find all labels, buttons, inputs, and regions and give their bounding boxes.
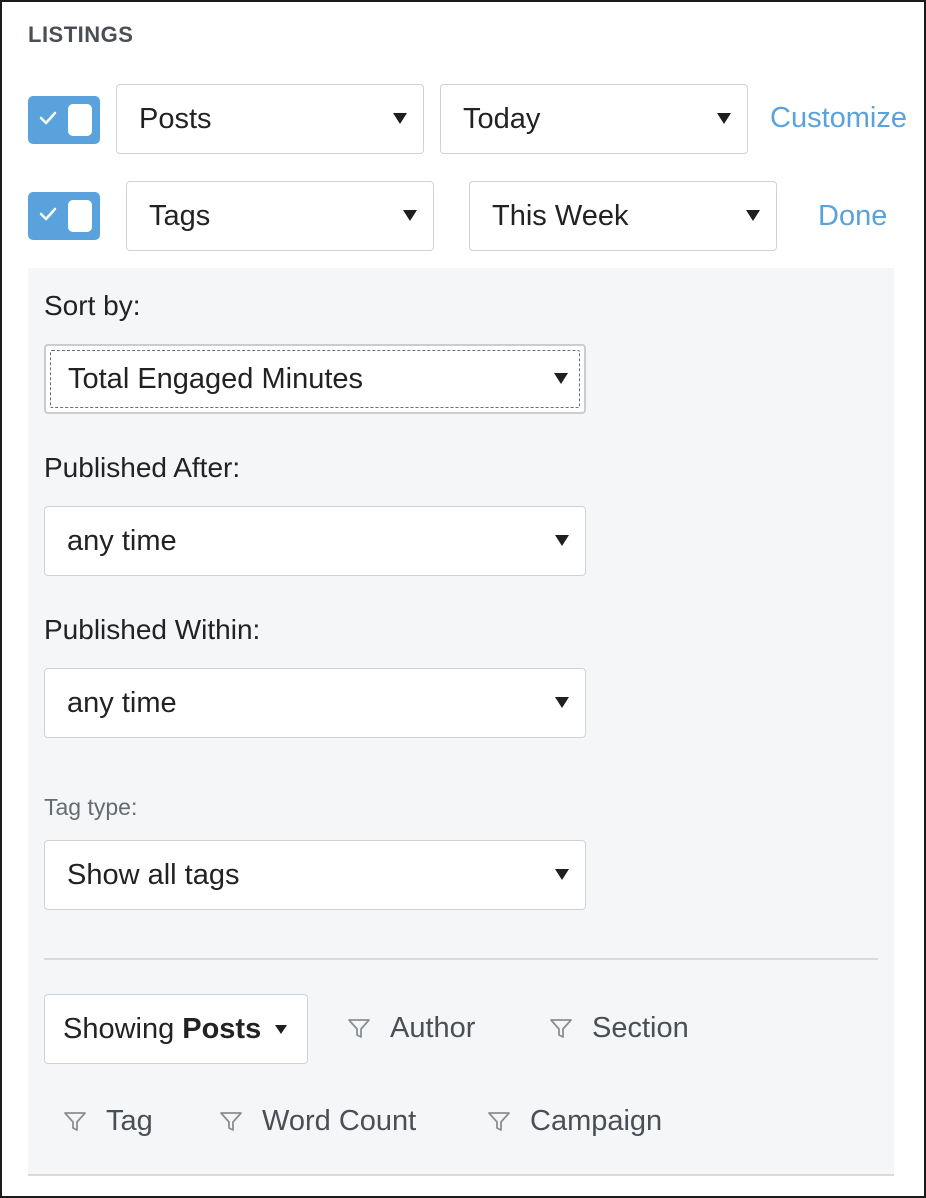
toggle-knob bbox=[68, 200, 92, 232]
triangle-down-icon bbox=[393, 113, 407, 124]
check-icon bbox=[39, 207, 57, 221]
triangle-down-icon bbox=[717, 113, 731, 124]
filter-word-count[interactable]: Word Count bbox=[218, 1105, 416, 1138]
published-after-label: Published After: bbox=[44, 452, 241, 483]
sort-by-select[interactable]: Total Engaged Minutes bbox=[44, 344, 586, 414]
select-value: Total Engaged Minutes bbox=[68, 362, 364, 395]
filter-label: Author bbox=[390, 1012, 476, 1044]
select-value: Show all tags bbox=[67, 858, 240, 891]
divider bbox=[44, 958, 878, 960]
check-icon bbox=[39, 111, 57, 125]
triangle-down-icon bbox=[554, 373, 568, 384]
showing-value: Posts bbox=[182, 1012, 262, 1045]
listings-widget: LISTINGS Posts Today Customize Tags This… bbox=[0, 0, 926, 1198]
tag-type-label: Tag type: bbox=[44, 794, 138, 820]
done-link[interactable]: Done bbox=[818, 200, 887, 233]
filter-campaign[interactable]: Campaign bbox=[486, 1105, 662, 1138]
triangle-down-icon bbox=[403, 210, 417, 221]
filter-tag[interactable]: Tag bbox=[62, 1105, 153, 1138]
listing-type-select-tags[interactable]: Tags bbox=[126, 181, 434, 251]
triangle-down-icon bbox=[555, 697, 569, 708]
filter-label: Campaign bbox=[530, 1105, 663, 1137]
select-value: any time bbox=[67, 524, 177, 557]
section-title: LISTINGS bbox=[28, 22, 134, 47]
select-value: Tags bbox=[149, 199, 211, 232]
filter-section[interactable]: Section bbox=[548, 1012, 689, 1045]
select-value: Posts bbox=[139, 102, 212, 135]
filter-label: Word Count bbox=[262, 1105, 417, 1137]
filter-label: Section bbox=[592, 1012, 689, 1044]
triangle-down-icon bbox=[555, 535, 569, 546]
triangle-down-icon bbox=[746, 210, 760, 221]
select-value: This Week bbox=[492, 199, 629, 232]
showing-prefix: Showing bbox=[63, 1012, 175, 1045]
published-after-select[interactable]: any time bbox=[44, 506, 586, 576]
triangle-down-icon bbox=[555, 869, 569, 880]
customize-panel: Sort by: Total Engaged Minutes Published… bbox=[28, 268, 894, 1176]
listing-type-select-posts[interactable]: Posts bbox=[116, 84, 424, 154]
filter-author[interactable]: Author bbox=[346, 1012, 475, 1045]
period-select-this-week[interactable]: This Week bbox=[469, 181, 777, 251]
sort-by-label: Sort by: bbox=[44, 290, 141, 321]
filter-funnel-icon bbox=[550, 1018, 572, 1038]
filter-funnel-icon bbox=[348, 1018, 370, 1038]
published-within-select[interactable]: any time bbox=[44, 668, 586, 738]
tag-type-select[interactable]: Show all tags bbox=[44, 840, 586, 910]
toggle-row-tags[interactable] bbox=[28, 192, 100, 240]
select-value: Today bbox=[463, 102, 541, 135]
customize-link[interactable]: Customize bbox=[770, 102, 907, 135]
bottom-divider bbox=[28, 1174, 894, 1176]
select-value: any time bbox=[67, 686, 177, 719]
showing-dropdown-button[interactable]: Showing Posts bbox=[44, 994, 308, 1064]
filter-funnel-icon bbox=[488, 1111, 510, 1131]
toggle-row-posts[interactable] bbox=[28, 96, 100, 144]
caret-down-icon bbox=[275, 1024, 288, 1034]
toggle-knob bbox=[68, 104, 92, 136]
filter-label: Tag bbox=[106, 1105, 153, 1137]
filter-funnel-icon bbox=[64, 1111, 86, 1131]
published-within-label: Published Within: bbox=[44, 614, 261, 645]
filter-funnel-icon bbox=[220, 1111, 242, 1131]
period-select-today[interactable]: Today bbox=[440, 84, 748, 154]
